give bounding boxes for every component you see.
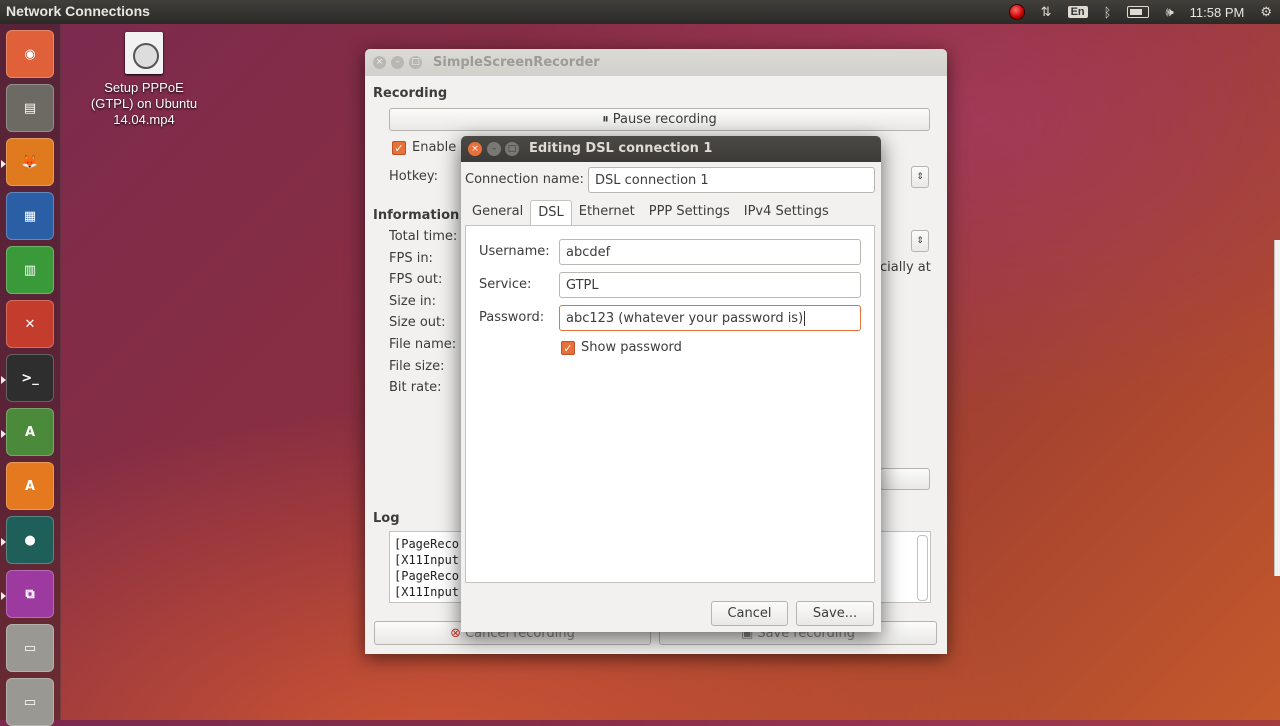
bluetooth-icon[interactable]: ᛒ [1104,5,1112,20]
log-section-title: Log [373,511,400,526]
enable-label: Enable [412,140,457,155]
service-label: Service: [479,277,532,292]
software-updater-icon[interactable]: A [6,408,54,456]
background-window-edge [1274,240,1280,576]
hotkey-label: Hotkey: [389,169,439,184]
dash-home-icon[interactable]: ◉ [6,30,54,78]
log-scrollbar[interactable] [917,535,928,601]
launcher: ◉ ▤ 🦊 ▦ ▥ ✕ >_ A A ● ⧉ ▭ ▭ [0,24,61,726]
show-password-label: Show password [581,340,682,355]
info-spinner[interactable]: ⇕ [911,230,929,252]
volume-icon[interactable]: 🕪 [1165,4,1173,20]
cancel-icon: ⊗ [450,625,462,641]
text-cursor [804,310,806,326]
top-panel: Network Connections ⇅ En ᛒ 🕪 11:58 PM ⚙ [0,0,1280,24]
connection-name-input[interactable]: DSL connection 1 [588,167,875,193]
network-connections-icon[interactable]: ⧉ [6,570,54,618]
software-center-icon[interactable]: A [6,462,54,510]
info-bit-rate: Bit rate: [389,380,442,395]
clock[interactable]: 11:58 PM [1190,5,1245,20]
info-total-time: Total time: [389,229,458,244]
service-input[interactable]: GTPL [559,272,861,298]
info-size-out: Size out: [389,315,446,330]
tab-bar: General DSL Ethernet PPP Settings IPv4 S… [465,200,836,226]
trash-icon[interactable]: ▭ [6,678,54,726]
info-file-size: File size: [389,359,445,374]
ssr-title: SimpleScreenRecorder [433,55,600,70]
minimize-icon[interactable]: – [391,56,404,69]
active-app-title: Network Connections [6,3,150,19]
hotkey-spinner[interactable]: ⇕ [911,166,929,188]
system-settings-icon[interactable]: ✕ [6,300,54,348]
show-password-checkbox[interactable]: ✓ [561,341,575,355]
desktop-file-label-2: (GTPL) on Ubuntu [90,96,198,111]
hidden-button[interactable] [880,468,930,490]
dialog-titlebar[interactable]: × – □ Editing DSL connection 1 [461,136,881,162]
close-icon[interactable]: × [468,142,482,156]
record-indicator-icon[interactable] [1008,4,1025,20]
terminal-icon[interactable]: >_ [6,354,54,402]
maximize-icon[interactable]: □ [409,56,422,69]
maximize-icon[interactable]: □ [505,142,519,156]
tab-ethernet[interactable]: Ethernet [572,200,642,224]
video-file-icon [125,32,163,74]
password-value: abc123 (whatever your password is) [566,310,804,326]
network-icon[interactable]: ⇅ [1041,4,1052,20]
tab-ppp-settings[interactable]: PPP Settings [642,200,737,224]
connection-name-label: Connection name: [465,172,584,187]
indicator-area: ⇅ En ᛒ 🕪 11:58 PM ⚙ [1001,0,1280,24]
information-section-title: Information [373,208,460,223]
info-file-name: File name: [389,337,457,352]
firefox-icon[interactable]: 🦊 [6,138,54,186]
enable-hotkey-checkbox[interactable]: ✓ [392,141,406,155]
cancel-button[interactable]: Cancel [711,601,788,626]
save-button[interactable]: Save... [796,601,874,626]
password-input[interactable]: abc123 (whatever your password is) [559,305,861,331]
keyboard-layout-indicator[interactable]: En [1067,6,1088,18]
desktop-file-label-3: 14.04.mp4 [113,112,175,127]
files-icon[interactable]: ▤ [6,84,54,132]
dsl-tab-panel: Username: abcdef Service: GTPL Password:… [465,225,875,583]
pause-recording-button[interactable]: ⏸ Pause recording [389,108,930,131]
tab-dsl[interactable]: DSL [530,200,572,226]
recording-section-title: Recording [373,86,448,101]
calc-icon[interactable]: ▥ [6,246,54,294]
minimize-icon[interactable]: – [487,142,501,156]
password-label: Password: [479,310,545,325]
pause-icon: ⏸ [602,112,609,127]
info-fps-out: FPS out: [389,272,443,287]
gear-icon[interactable]: ⚙ [1260,4,1272,20]
disk-drive-icon[interactable]: ▭ [6,624,54,672]
ssr-titlebar[interactable]: × – □ SimpleScreenRecorder [365,49,947,76]
screen-recorder-icon[interactable]: ● [6,516,54,564]
desktop-file-video[interactable]: Setup PPPoE (GTPL) on Ubuntu 14.04.mp4 [86,32,202,128]
tab-general[interactable]: General [465,200,530,224]
edit-connection-dialog: × – □ Editing DSL connection 1 Connectio… [461,136,881,632]
username-input[interactable]: abcdef [559,239,861,265]
partial-text: cially at [880,260,931,275]
info-fps-in: FPS in: [389,251,433,266]
battery-icon[interactable] [1127,6,1150,18]
dialog-title: Editing DSL connection 1 [529,141,713,156]
username-label: Username: [479,244,550,259]
info-size-in: Size in: [389,294,437,309]
desktop-file-label-1: Setup PPPoE [104,80,184,95]
close-icon[interactable]: × [373,56,386,69]
tab-ipv4-settings[interactable]: IPv4 Settings [737,200,836,224]
writer-icon[interactable]: ▦ [6,192,54,240]
